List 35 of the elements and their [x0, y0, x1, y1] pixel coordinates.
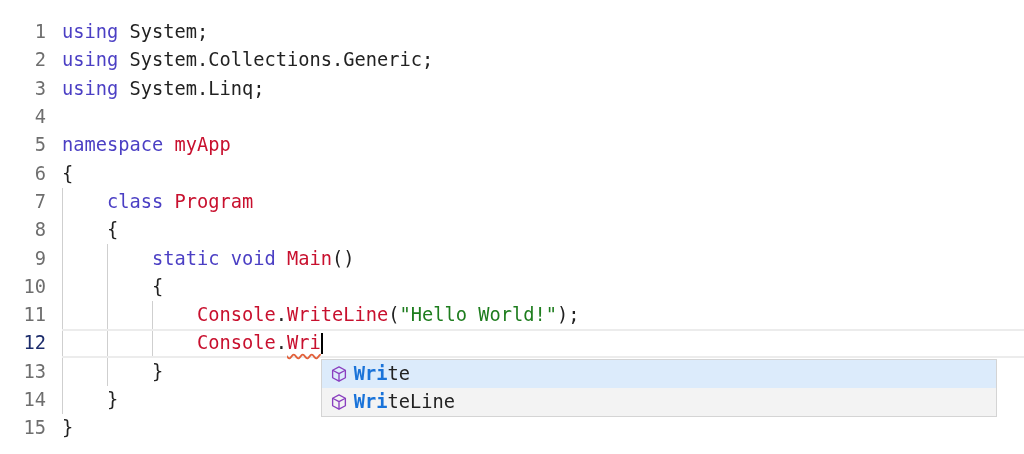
line-number: 1	[33, 20, 46, 45]
code-line: using System;	[62, 20, 209, 45]
suggestion-label: WriteLine	[353, 390, 456, 415]
line-number: 2	[33, 48, 46, 73]
line-number: 5	[33, 133, 46, 158]
code-line: }	[62, 416, 74, 441]
line-number: 13	[22, 359, 46, 384]
line-number: 8	[33, 218, 46, 243]
code-line: static void Main()	[151, 246, 355, 271]
line-number: 9	[33, 246, 46, 271]
code-line: Console.Wri	[196, 331, 321, 356]
suggestion-label: Write	[353, 362, 411, 387]
code-line: using System.Collections.Generic;	[62, 48, 434, 73]
code-line: {	[62, 161, 74, 186]
cube-icon	[329, 365, 348, 384]
line-number: 11	[22, 303, 46, 328]
code-line: using System.Linq;	[62, 76, 265, 101]
code-line: class Program	[106, 189, 254, 214]
text-cursor	[320, 333, 323, 354]
cube-icon	[329, 393, 348, 412]
code-line: {	[151, 274, 164, 299]
code-line: namespace myApp	[62, 133, 231, 158]
code-line: {	[106, 218, 119, 243]
line-number: 6	[33, 161, 46, 186]
code-line: }	[151, 359, 164, 384]
code-line: Console.WriteLine("Hello World!");	[196, 303, 580, 328]
code-line: }	[106, 388, 119, 412]
line-number: 12	[22, 331, 46, 356]
line-number: 10	[22, 274, 46, 299]
line-number: 3	[33, 76, 46, 101]
line-number: 14	[22, 388, 46, 412]
line-number: 4	[33, 105, 46, 129]
line-number: 15	[22, 416, 46, 441]
suggestion-item[interactable]: Write	[321, 360, 996, 389]
line-number: 7	[33, 189, 46, 214]
